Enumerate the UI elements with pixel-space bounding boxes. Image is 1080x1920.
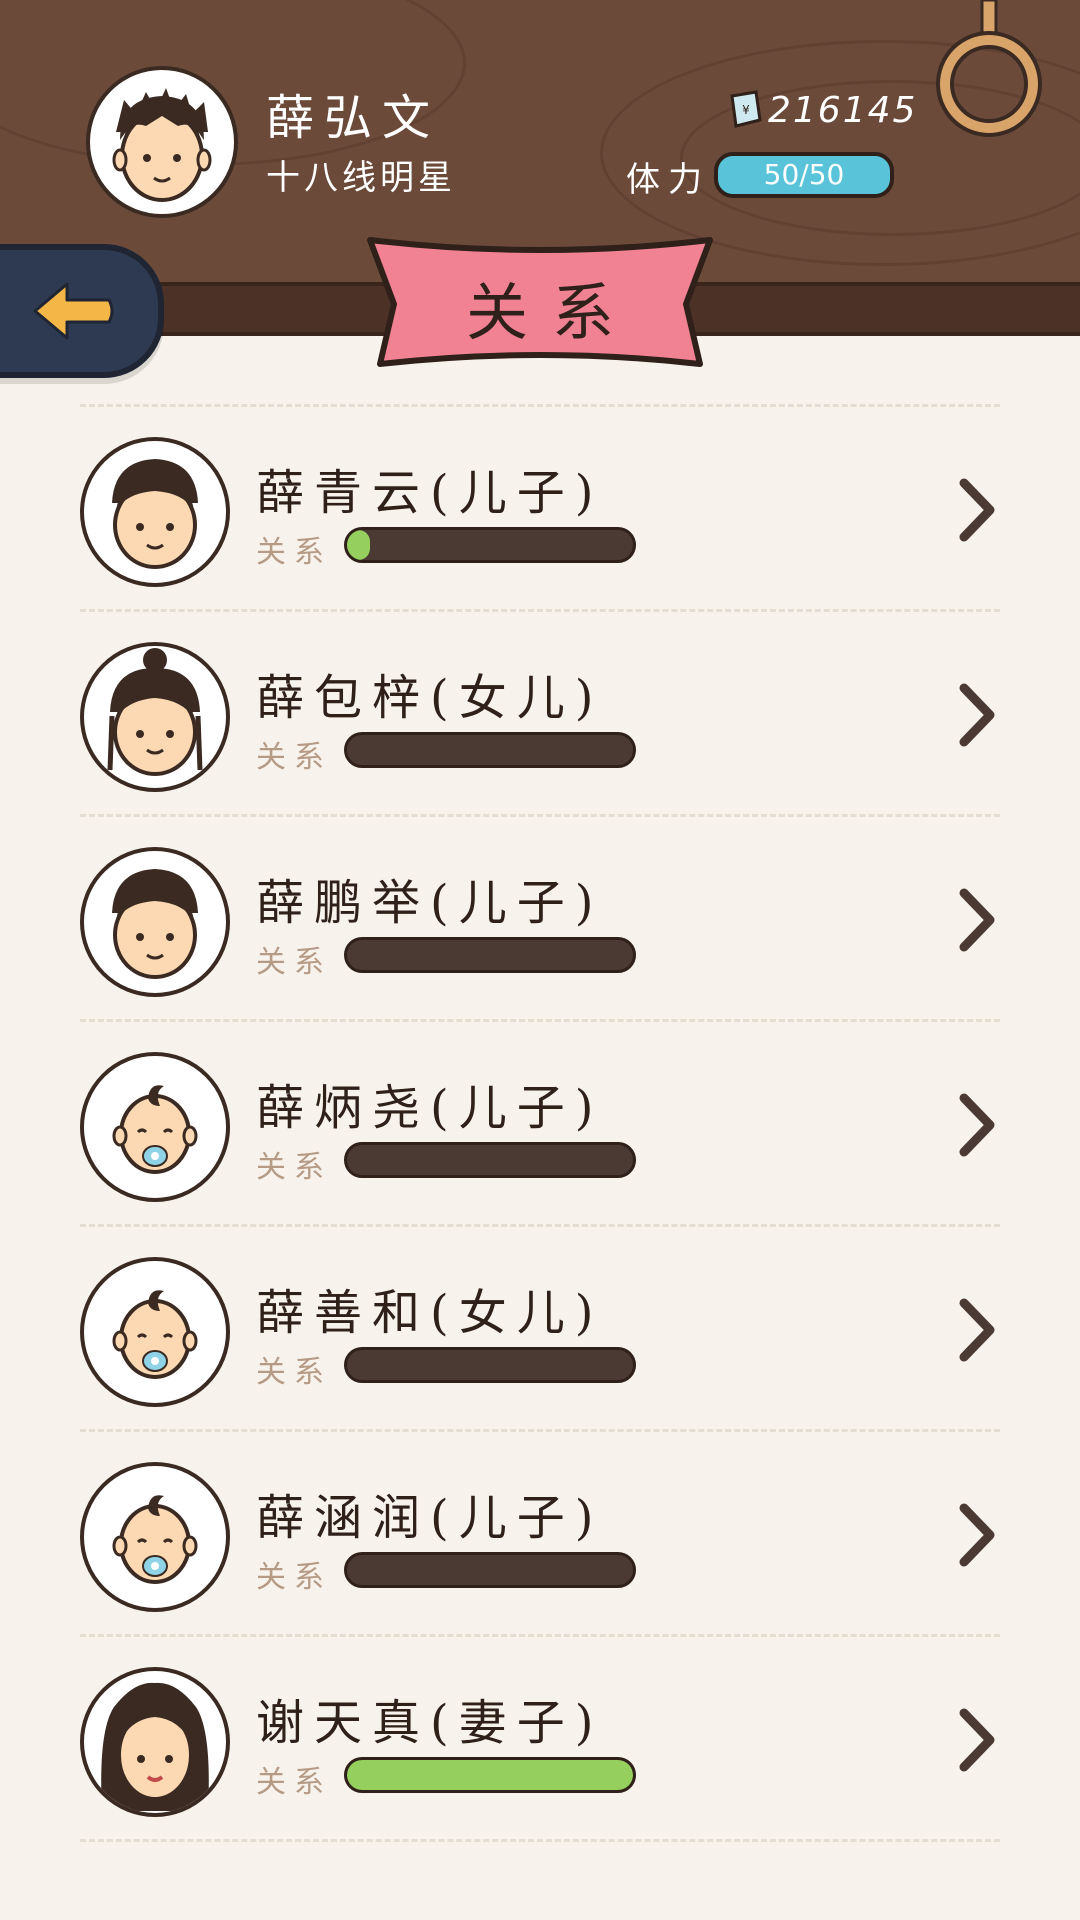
relation-bar: [344, 1142, 636, 1178]
relation-bar: [344, 1347, 636, 1383]
relation-row[interactable]: 薛青云(儿子) 关系: [0, 409, 1080, 614]
relation-bar: [344, 937, 636, 973]
relation-avatar: [80, 1462, 230, 1612]
relation-name: 薛包梓(女儿): [256, 670, 604, 726]
chevron-right-icon[interactable]: [958, 1092, 998, 1158]
relation-bar-fill: [347, 1760, 633, 1790]
relations-list[interactable]: 关系薛青云(儿子)关系薛包梓(女儿)关系薛鹏举(儿子)关系薛炳尧(儿子)关系薛善…: [0, 384, 1080, 1920]
relation-row[interactable]: 薛炳尧(儿子) 关系: [0, 1024, 1080, 1229]
chevron-right-icon[interactable]: [958, 1502, 998, 1568]
row-divider: [80, 1019, 1000, 1022]
relation-name: 薛涵润(儿子): [256, 1490, 604, 1546]
chevron-right-icon[interactable]: [958, 477, 998, 543]
man-face-icon: [112, 88, 212, 202]
relation-label: 关系: [256, 945, 332, 980]
relation-avatar: [80, 1257, 230, 1407]
relation-bar: [344, 527, 636, 563]
chevron-right-icon[interactable]: [958, 1707, 998, 1773]
woman-face-icon: [101, 1682, 209, 1811]
relation-avatar: [80, 847, 230, 997]
relation-label: 关系: [256, 1355, 332, 1390]
row-divider: [80, 814, 1000, 817]
relation-avatar: [80, 642, 230, 792]
relation-row[interactable]: 谢天真(妻子) 关系: [0, 1639, 1080, 1844]
relation-label: 关系: [256, 740, 332, 775]
relation-label: 关系: [256, 1560, 332, 1595]
chevron-right-icon[interactable]: [958, 1297, 998, 1363]
money-value: 216145: [768, 90, 918, 131]
girl-face-icon: [107, 648, 203, 776]
arrow-left-icon: [33, 282, 114, 340]
relation-row[interactable]: 关系: [0, 384, 1080, 409]
player-name: 薛弘文: [266, 90, 441, 146]
relation-bar: [344, 1757, 636, 1793]
relation-label: 关系: [256, 1150, 332, 1185]
relation-label: 关系: [256, 1765, 332, 1800]
relation-name: 薛炳尧(儿子): [256, 1080, 604, 1136]
relation-name: 薛善和(女儿): [256, 1285, 604, 1341]
relation-bar: [344, 732, 636, 768]
relation-bar-fill: [347, 530, 370, 560]
relation-name: 谢天真(妻子): [256, 1695, 604, 1751]
relation-row[interactable]: 薛包梓(女儿) 关系: [0, 614, 1080, 819]
baby-face-icon: [112, 1495, 198, 1584]
row-divider: [80, 1224, 1000, 1227]
relations-screen: 薛弘文 十八线明星 ¥ 216145 体力 50/50 关系 关系薛青云(儿子)…: [0, 0, 1080, 1920]
relation-avatar: [80, 437, 230, 587]
relation-row[interactable]: 薛鹏举(儿子) 关系: [0, 819, 1080, 1024]
relation-name: 薛鹏举(儿子): [256, 875, 604, 931]
row-divider: [80, 609, 1000, 612]
relation-bar: [344, 1552, 636, 1588]
relation-row[interactable]: 薛善和(女儿) 关系: [0, 1229, 1080, 1434]
chevron-right-icon[interactable]: [958, 682, 998, 748]
relation-row[interactable]: 薛涵润(儿子) 关系: [0, 1434, 1080, 1639]
back-button[interactable]: [0, 244, 164, 378]
row-divider: [80, 404, 1000, 407]
ring-icon[interactable]: [934, 0, 1044, 140]
relation-avatar: [80, 1052, 230, 1202]
boy-face-icon: [112, 869, 198, 979]
row-divider: [80, 1634, 1000, 1637]
boy-face-icon: [112, 459, 198, 569]
player-title: 十八线明星: [266, 158, 456, 198]
page-title: 关系: [465, 276, 638, 349]
chevron-right-icon[interactable]: [958, 887, 998, 953]
relation-label: 关系: [256, 535, 332, 570]
svg-text:¥: ¥: [742, 103, 750, 117]
row-divider: [80, 1839, 1000, 1842]
player-avatar[interactable]: [86, 66, 238, 218]
baby-face-icon: [112, 1290, 198, 1379]
relation-name: 薛青云(儿子): [256, 465, 604, 521]
money-icon: ¥: [730, 90, 762, 128]
baby-face-icon: [112, 1085, 198, 1174]
row-divider: [80, 1429, 1000, 1432]
relation-avatar: [80, 1667, 230, 1817]
stamina-bar: 50/50: [714, 152, 894, 198]
stamina-label: 体力: [626, 160, 710, 200]
